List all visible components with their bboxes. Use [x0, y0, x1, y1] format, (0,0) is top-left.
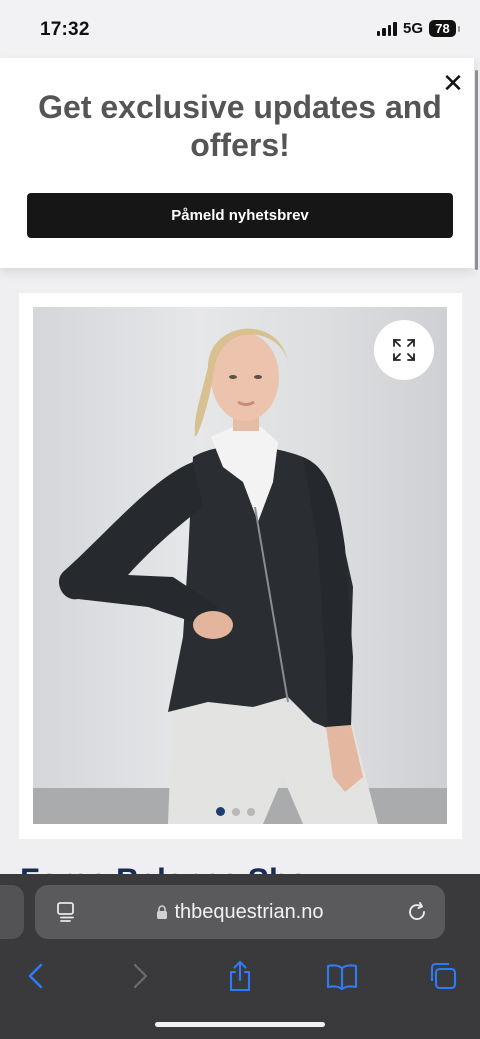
carousel-dot-3[interactable] [247, 807, 255, 816]
phone-screen: 17:32 5G 78 Force Balance Show [0, 0, 480, 1039]
back-button[interactable] [16, 956, 56, 996]
address-bar[interactable]: thbequestrian.no [35, 885, 445, 939]
forward-button[interactable] [120, 956, 160, 996]
zoom-button[interactable] [374, 320, 434, 380]
tabs-button[interactable] [423, 956, 463, 996]
share-icon [229, 960, 251, 992]
carousel-dot-1[interactable] [216, 807, 225, 816]
chevron-right-icon [133, 963, 148, 989]
carousel-dots [216, 807, 255, 816]
battery-cap [458, 25, 460, 32]
url-text: thbequestrian.no [174, 901, 324, 923]
status-indicators: 5G 78 [376, 20, 460, 37]
url-display[interactable]: thbequestrian.no [35, 901, 445, 924]
book-icon [326, 964, 358, 990]
previous-tab-peek[interactable] [0, 885, 24, 939]
tabs-icon [430, 962, 457, 990]
model-illustration [33, 328, 447, 824]
lock-icon [157, 905, 168, 919]
expand-icon [393, 339, 415, 361]
battery-icon: 78 [429, 20, 456, 37]
scrollbar[interactable] [475, 70, 478, 270]
status-time: 17:32 [40, 19, 90, 40]
chevron-left-icon [28, 963, 43, 989]
product-gallery [19, 293, 462, 839]
subscribe-button[interactable]: Påmeld nyhetsbrev [27, 193, 453, 238]
promo-title: Get exclusive updates and offers! [38, 89, 442, 163]
share-button[interactable] [220, 956, 260, 996]
signal-icon [376, 21, 397, 36]
network-type: 5G [402, 20, 423, 37]
status-bar: 17:32 5G 78 [0, 0, 480, 58]
carousel-dot-2[interactable] [232, 807, 240, 816]
bookmarks-button[interactable] [322, 956, 362, 996]
home-indicator[interactable] [155, 1022, 325, 1027]
newsletter-banner: ✕ Get exclusive updates and offers! Påme… [0, 58, 474, 268]
browser-nav [0, 956, 480, 996]
browser-toolbar: thbequestrian.no [0, 874, 480, 1039]
reload-icon[interactable] [405, 900, 429, 924]
product-image[interactable] [33, 307, 447, 824]
